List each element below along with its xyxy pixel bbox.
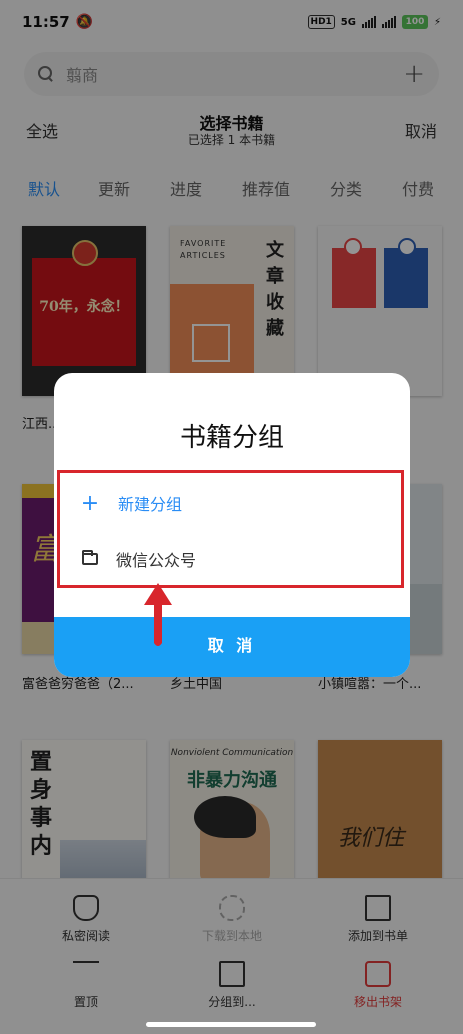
folder-icon bbox=[82, 550, 98, 565]
new-group-label: 新建分组 bbox=[118, 495, 183, 514]
plus-icon: + bbox=[80, 490, 100, 516]
group-dialog: 书籍分组 + 新建分组 微信公众号 取 消 bbox=[54, 373, 410, 677]
group-item-wechat[interactable]: 微信公众号 bbox=[80, 544, 196, 574]
dialog-cancel-button[interactable]: 取 消 bbox=[54, 617, 410, 677]
new-group-button[interactable]: + 新建分组 bbox=[80, 488, 182, 518]
dialog-title: 书籍分组 bbox=[179, 423, 284, 453]
home-indicator bbox=[146, 1022, 316, 1027]
group-label: 微信公众号 bbox=[116, 551, 197, 570]
annotation-arrow-icon bbox=[144, 583, 172, 646]
